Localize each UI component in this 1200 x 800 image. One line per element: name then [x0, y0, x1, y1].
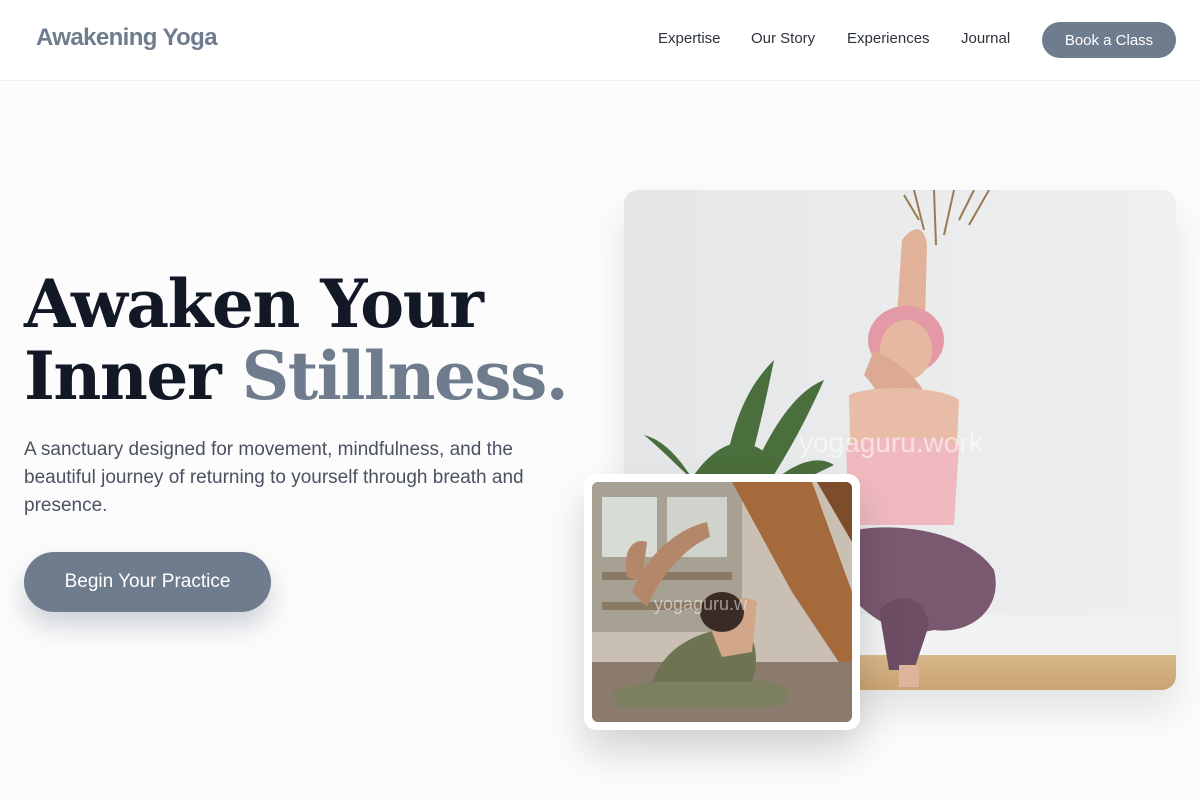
begin-practice-button[interactable]: Begin Your Practice [24, 552, 271, 612]
nav-link-our-story[interactable]: Our Story [751, 30, 815, 47]
hero-title-line-1: Awaken Your [24, 265, 484, 343]
hero-inset-photo: yogaguru.w [592, 482, 852, 722]
main-photo-watermark: yogaguru.work [799, 427, 984, 458]
nav-link-journal[interactable]: Journal [961, 30, 1010, 47]
hero-inset-photo-frame: yogaguru.w [584, 474, 860, 730]
site-header: Awakening Yoga Expertise Our Story Exper… [0, 0, 1200, 81]
hero-description: A sanctuary designed for movement, mindf… [24, 439, 524, 516]
inset-photo-watermark: yogaguru.w [654, 594, 748, 614]
nav-link-experiences[interactable]: Experiences [847, 30, 930, 47]
hero-title-line-2: Inner [24, 337, 242, 415]
brand-logo[interactable]: Awakening Yoga [36, 24, 218, 52]
book-class-button[interactable]: Book a Class [1042, 22, 1176, 58]
hero-title-accent: Stillness. [241, 337, 569, 415]
nav-link-expertise[interactable]: Expertise [658, 30, 721, 47]
hero-title: Awaken Your Inner Stillness. [24, 265, 569, 415]
